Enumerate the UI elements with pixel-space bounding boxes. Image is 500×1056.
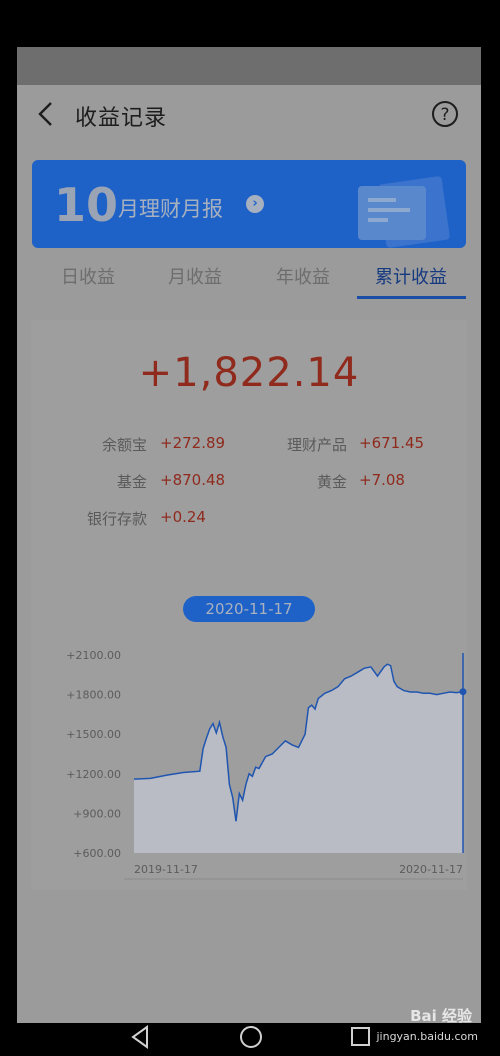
selected-point xyxy=(459,688,467,696)
chevron-right-circle-icon: › xyxy=(246,195,264,213)
page-title: 收益记录 xyxy=(75,106,168,131)
value-yuebao: +272.89 xyxy=(160,434,226,452)
label-fund: 基金 xyxy=(116,473,147,491)
value-wealth-products: +671.45 xyxy=(359,434,425,452)
y-tick-label: +1500.00 xyxy=(66,728,121,741)
value-fund: +870.48 xyxy=(160,471,226,489)
triangle-back-icon[interactable] xyxy=(128,1023,152,1051)
watermark-site: jingyan.baidu.com xyxy=(376,1030,478,1043)
circle-home-icon[interactable] xyxy=(238,1023,264,1051)
earnings-card: +1,822.14 余额宝 +272.89 理财产品 +671.45 基金 +8… xyxy=(31,320,467,890)
svg-text:?: ? xyxy=(440,105,449,125)
y-tick-label: +2100.00 xyxy=(66,649,121,662)
header: 收益记录 ? xyxy=(17,85,481,145)
phone-screen: 收益记录 ? 10 月理财月报 › 日收益 月收益 年收益 累计收益 +1,82… xyxy=(17,47,481,1023)
value-bank-deposit: +0.24 xyxy=(160,508,206,526)
active-tab-indicator xyxy=(357,296,466,299)
earnings-tabs: 日收益 月收益 年收益 累计收益 xyxy=(17,257,481,301)
x-tick-label: 2019-11-17 xyxy=(134,863,198,876)
tab-monthly[interactable]: 月收益 xyxy=(168,263,222,289)
earnings-chart[interactable]: +2100.00 +1800.00 +1500.00 +1200.00 +900.00 +… xyxy=(31,625,467,885)
question-mark-icon[interactable]: ? xyxy=(431,100,459,128)
tab-daily[interactable]: 日收益 xyxy=(61,263,115,289)
tab-cumulative[interactable]: 累计收益 xyxy=(375,263,447,289)
square-recents-icon[interactable] xyxy=(348,1023,372,1051)
report-illustration-icon xyxy=(358,176,450,248)
x-tick-label: 2020-11-17 xyxy=(399,863,463,876)
banner-month-number: 10 xyxy=(54,178,119,232)
y-tick-label: +1200.00 xyxy=(66,768,121,781)
value-gold: +7.08 xyxy=(359,471,405,489)
monthly-report-banner[interactable]: 10 月理财月报 › xyxy=(32,160,466,248)
banner-text: 月理财月报 xyxy=(118,197,223,221)
y-tick-label: +600.00 xyxy=(73,847,121,860)
back-arrow-icon[interactable] xyxy=(35,101,57,127)
label-wealth-products: 理财产品 xyxy=(286,436,347,454)
total-earnings: +1,822.14 xyxy=(138,350,360,396)
selected-date-pill: 2020-11-17 xyxy=(183,596,315,622)
label-bank-deposit: 银行存款 xyxy=(86,510,147,528)
label-yuebao: 余额宝 xyxy=(101,436,147,454)
y-tick-label: +900.00 xyxy=(73,807,121,820)
watermark-brand: Bai 经验 xyxy=(410,1007,472,1025)
status-bar xyxy=(17,47,481,85)
label-gold: 黄金 xyxy=(316,473,347,491)
y-tick-label: +1800.00 xyxy=(66,689,121,702)
tab-yearly[interactable]: 年收益 xyxy=(276,263,330,289)
